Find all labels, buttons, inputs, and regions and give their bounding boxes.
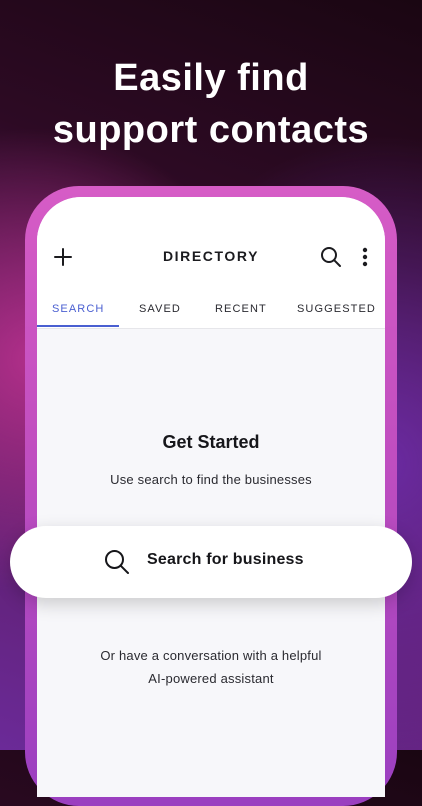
headline-line-2: support contacts [52,109,370,151]
empty-state-subtitle: Use search to find the businesses [110,472,312,487]
tab-bar: SEARCH SAVED RECENT SUGGESTED [37,297,385,329]
app-bar: DIRECTORY SEARCH SAVED RECENT SUGGESTED [37,197,385,329]
empty-state-title: Get Started [162,432,260,452]
tab-search[interactable]: SEARCH [52,303,104,315]
search-icon [105,550,129,574]
assistant-hint: Or have a conversation with a helpful AI… [37,644,385,690]
search-for-business-button[interactable]: Search for business [10,526,412,598]
more-options-button[interactable] [351,243,379,271]
tab-recent[interactable]: RECENT [215,303,267,315]
assistant-hint-line-1: Or have a conversation with a helpful [100,648,322,663]
search-icon [321,247,341,267]
app-screen: DIRECTORY SEARCH SAVED RECENT SUGGESTED … [37,197,385,797]
more-vertical-icon [362,247,368,267]
search-for-business-label: Search for business [147,551,304,568]
headline: Easily find support contacts [0,52,422,156]
search-button[interactable] [317,243,345,271]
headline-line-1: Easily find [113,57,309,99]
tab-suggested[interactable]: SUGGESTED [297,303,376,315]
active-tab-indicator [37,325,119,327]
tab-saved[interactable]: SAVED [139,303,181,315]
assistant-hint-line-2: AI-powered assistant [148,671,274,686]
